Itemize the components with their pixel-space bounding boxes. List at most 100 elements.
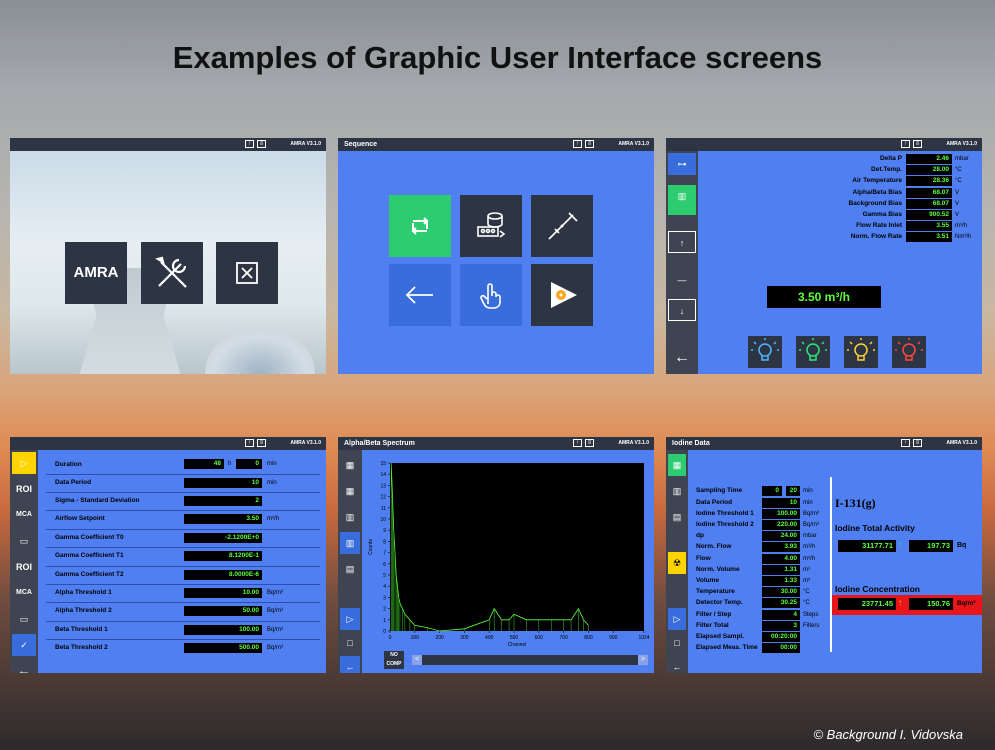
setting-field[interactable]: 3.50 (184, 514, 262, 525)
detector-button[interactable]: ▥ (668, 185, 696, 215)
status-unit: V (955, 200, 960, 207)
chart-button[interactable]: ▥ (668, 480, 686, 502)
table-button[interactable]: ▦ (668, 454, 686, 476)
data-unit: °C (803, 600, 810, 607)
mca-alpha-beta-button[interactable]: MCA (12, 504, 36, 526)
checkmark-button[interactable]: ✓ (12, 634, 36, 656)
report-icon[interactable]: ≡ (257, 439, 266, 447)
mca-gamma-button[interactable]: MCA (12, 582, 36, 604)
setting-field[interactable]: 8.0000E-6 (184, 569, 262, 580)
play-button[interactable]: ▷ (12, 452, 36, 474)
caliper-button[interactable] (531, 195, 593, 257)
setting-field[interactable]: 2 (184, 495, 262, 506)
radiation-warning-icon[interactable]: ☢ (668, 552, 686, 574)
manual-button[interactable] (460, 264, 522, 326)
y-tick-label: 6 (383, 562, 386, 568)
back-button[interactable] (389, 264, 451, 326)
setting-field[interactable]: -2.1200E+0 (184, 532, 262, 543)
version-label: AMRA V3.1.0 (618, 440, 649, 446)
channel-scrollbar[interactable]: < > (412, 655, 648, 665)
document-button[interactable]: ▤ (340, 558, 360, 580)
row-divider (46, 528, 320, 530)
stop-button[interactable]: □ (668, 632, 686, 654)
data-unit: Steps (803, 611, 819, 618)
setting-field[interactable]: 100.00 (184, 624, 262, 635)
concentration-label: Iodine Concentration (835, 584, 920, 594)
setting-label: Gamma Coefficient T1 (55, 552, 124, 560)
table-gamma-button[interactable]: ▦ (340, 454, 360, 476)
chat-alpha-beta-icon[interactable]: ▭ (12, 530, 36, 552)
duration-hours-field[interactable]: 48 (184, 459, 224, 469)
stop-button[interactable]: □ (340, 632, 360, 654)
upload-icon[interactable]: ↑ (245, 439, 254, 447)
divider (830, 477, 832, 652)
data-unit: °C (803, 589, 810, 596)
status-value: 68.07 (906, 198, 952, 209)
data-label: Filter / Step (696, 610, 732, 618)
sequence-repeat-button[interactable] (389, 195, 451, 257)
document-button[interactable]: ▤ (668, 506, 686, 528)
back-button[interactable]: ← (668, 347, 696, 369)
y-axis-label: Counts (368, 539, 374, 555)
amra-button[interactable]: AMRA (65, 242, 127, 304)
scroll-bar-handle[interactable]: — (668, 269, 696, 291)
scroll-down-button[interactable]: ↓ (668, 299, 696, 321)
row-divider (46, 583, 320, 585)
upload-icon[interactable]: ↑ (573, 140, 582, 148)
upload-icon[interactable]: ↑ (573, 439, 582, 447)
row-divider (46, 547, 320, 549)
row-divider (46, 620, 320, 622)
setting-field[interactable]: 10.00 (184, 587, 262, 598)
setting-field[interactable]: 10 (184, 477, 262, 488)
roi-alpha-beta-button[interactable]: ROI (12, 478, 36, 500)
table-alpha-beta-button[interactable]: ▦ (340, 480, 360, 502)
play-button[interactable]: ▷ (340, 608, 360, 630)
data-value: 4 (762, 609, 800, 620)
x-tick-label: 600 (535, 635, 544, 641)
close-button[interactable] (216, 242, 278, 304)
setting-field[interactable]: 8.1200E-1 (184, 551, 262, 562)
concentration-unit: Bq/m³ (957, 600, 976, 607)
settings-button[interactable] (141, 242, 203, 304)
report-icon[interactable]: ≡ (585, 439, 594, 447)
setting-field[interactable]: 50.00 (184, 606, 262, 617)
no-comp-button[interactable]: NO COMP (384, 651, 404, 669)
data-value: 220.00 (762, 519, 800, 530)
device-button[interactable] (460, 195, 522, 257)
upload-icon[interactable]: ↑ (901, 439, 910, 447)
chat-gamma-icon[interactable]: ▭ (12, 608, 36, 630)
data-unit: Bq/m³ (803, 510, 820, 517)
report-icon[interactable]: ≡ (585, 140, 594, 148)
status-value: 28.36 (906, 176, 952, 187)
report-icon[interactable]: ≡ (257, 140, 266, 148)
x-tick-label: 500 (510, 635, 519, 641)
status-label: Air Temperature (852, 177, 902, 185)
roi-gamma-button[interactable]: ROI (12, 556, 36, 578)
duration-minutes-field[interactable]: 0 (236, 459, 262, 469)
report-icon[interactable]: ≡ (913, 140, 922, 148)
back-button[interactable]: ← (668, 656, 686, 673)
start-button[interactable] (531, 264, 593, 326)
activity-value: 31177.71 (838, 540, 896, 552)
scroll-left-button[interactable]: < (412, 655, 422, 665)
concentration-value: 23771.45 (838, 598, 896, 610)
scroll-right-button[interactable]: > (638, 655, 648, 665)
chart-alpha-beta-button[interactable]: ▥ (340, 532, 360, 554)
data-value: 30.00 (762, 587, 800, 598)
data-value: 00:20:00 (762, 631, 800, 642)
back-button[interactable]: ← (340, 656, 360, 673)
upload-icon[interactable]: ↑ (901, 140, 910, 148)
wrench-screwdriver-icon (155, 256, 187, 288)
report-icon[interactable]: ≡ (913, 439, 922, 447)
pump-button[interactable]: ⊶ (668, 153, 696, 175)
back-button[interactable]: ← (12, 660, 36, 673)
setting-field[interactable]: 500.00 (184, 643, 262, 654)
isotope-label: I-131(g) (835, 496, 876, 510)
chart-gamma-button[interactable]: ▥ (340, 506, 360, 528)
scroll-up-button[interactable]: ↑ (668, 231, 696, 253)
data-label: Elapsed Meas. Time (696, 644, 758, 652)
upload-icon[interactable]: ↑ (245, 140, 254, 148)
play-button[interactable]: ▷ (668, 608, 686, 630)
data-label: Detector Temp. (696, 599, 743, 607)
bulb-icon (799, 338, 827, 361)
